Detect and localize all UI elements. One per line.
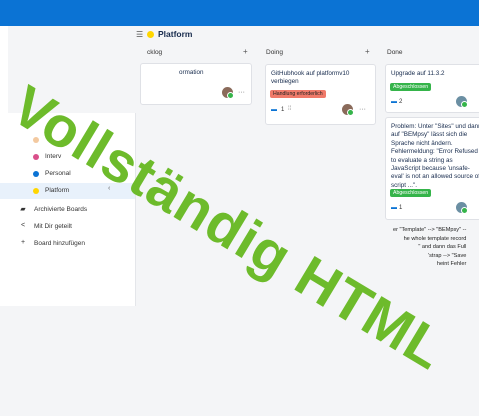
shared-with-you-label: Mit Dir geteilt bbox=[34, 223, 72, 230]
board-color-dot bbox=[33, 137, 39, 143]
board-color-dot bbox=[33, 188, 39, 194]
status-indicator bbox=[461, 101, 468, 108]
sidebar-board-item-active[interactable]: Platform ‹ bbox=[0, 183, 135, 199]
archived-boards-label: Archivierte Boards bbox=[34, 206, 88, 213]
description-icon: ▬ bbox=[271, 107, 277, 113]
sidebar-board-item[interactable]: Interv bbox=[0, 149, 135, 165]
share-icon: < bbox=[20, 222, 26, 229]
card-done-upgrade[interactable]: Upgrade auf 11.3.2 Abgeschlossen ▬ 2 bbox=[385, 64, 479, 113]
chevron-icon[interactable]: ‹ bbox=[108, 185, 110, 192]
add-card-button[interactable]: + bbox=[243, 47, 248, 56]
status-badge: Abgeschlossen bbox=[390, 83, 432, 91]
board-color-dot bbox=[33, 171, 39, 177]
board-color-dot bbox=[33, 154, 39, 160]
sidebar-board-label: Platform bbox=[45, 187, 70, 194]
column-title-done: Done bbox=[387, 49, 403, 56]
description-icon: ▬ bbox=[391, 205, 397, 211]
card-done-problem[interactable]: Problem: Unter "Sites" und dann auf "BEM… bbox=[385, 117, 479, 220]
sidebar-board-label: Interv bbox=[45, 153, 62, 160]
code-line: er "Template" --> "BEMpsy" -- bbox=[393, 227, 467, 233]
code-line: he whole template record bbox=[403, 235, 467, 242]
comment-count: 1 bbox=[399, 205, 403, 211]
card-menu-icon[interactable]: ··· bbox=[359, 106, 366, 114]
add-board-label: Board hinzufügen bbox=[34, 240, 85, 247]
card-title: Upgrade auf 11.3.2 bbox=[391, 70, 445, 77]
sidebar-board-label: Personal bbox=[45, 170, 71, 177]
card-menu-icon[interactable]: ··· bbox=[238, 89, 245, 97]
add-card-button[interactable]: + bbox=[365, 47, 370, 56]
status-badge: Abgeschlossen bbox=[390, 189, 432, 197]
sidebar: Interv Personal Platform ‹ ▰ Archivierte… bbox=[0, 113, 136, 306]
card-doing[interactable]: GitHubhook auf platformv10 verbiegen Han… bbox=[265, 64, 376, 125]
shared-with-you-link[interactable]: < Mit Dir geteilt bbox=[0, 218, 135, 236]
hamburger-icon[interactable]: ☰ bbox=[136, 30, 143, 39]
card-code-snippet: er "Template" --> "BEMpsy" -- he whole t… bbox=[393, 226, 466, 269]
column-title-doing: Doing bbox=[266, 49, 283, 56]
status-badge: Handlung erforderlich bbox=[270, 90, 326, 98]
code-line: 'strap --> "Save bbox=[428, 252, 467, 259]
avatar bbox=[456, 202, 468, 214]
comment-count: 2 bbox=[399, 99, 403, 105]
comment-count: 1 bbox=[281, 107, 285, 113]
card-title: GitHubhook auf platformv10 verbiegen bbox=[271, 70, 350, 86]
sidebar-board-item[interactable]: Personal bbox=[0, 166, 135, 182]
plus-icon: + bbox=[20, 239, 26, 246]
card-title: Problem: Unter "Sites" und dann auf "BEM… bbox=[391, 123, 479, 189]
top-app-bar bbox=[0, 0, 479, 26]
avatar bbox=[342, 104, 354, 116]
status-indicator bbox=[347, 109, 354, 116]
status-indicator bbox=[227, 92, 234, 99]
description-icon: ▬ bbox=[391, 99, 397, 105]
add-board-button[interactable]: + Board hinzufügen bbox=[0, 235, 135, 253]
checklist-icon: ⁞⁞ bbox=[288, 106, 292, 112]
board-color-dot bbox=[147, 31, 154, 38]
code-line: " and dann das Full bbox=[418, 244, 467, 251]
archived-boards-link[interactable]: ▰ Archivierte Boards bbox=[0, 201, 135, 219]
avatar bbox=[456, 96, 468, 108]
archive-icon: ▰ bbox=[20, 206, 26, 213]
code-line: heint Fehler bbox=[436, 261, 467, 268]
status-indicator bbox=[461, 207, 468, 214]
sidebar-board-item[interactable] bbox=[0, 132, 135, 148]
column-title-backlog: cklog bbox=[147, 49, 163, 56]
card-backlog[interactable]: ormation ··· bbox=[140, 63, 252, 105]
board-title: Platform bbox=[158, 29, 193, 39]
avatar bbox=[222, 87, 234, 99]
card-title: ormation bbox=[179, 69, 204, 76]
